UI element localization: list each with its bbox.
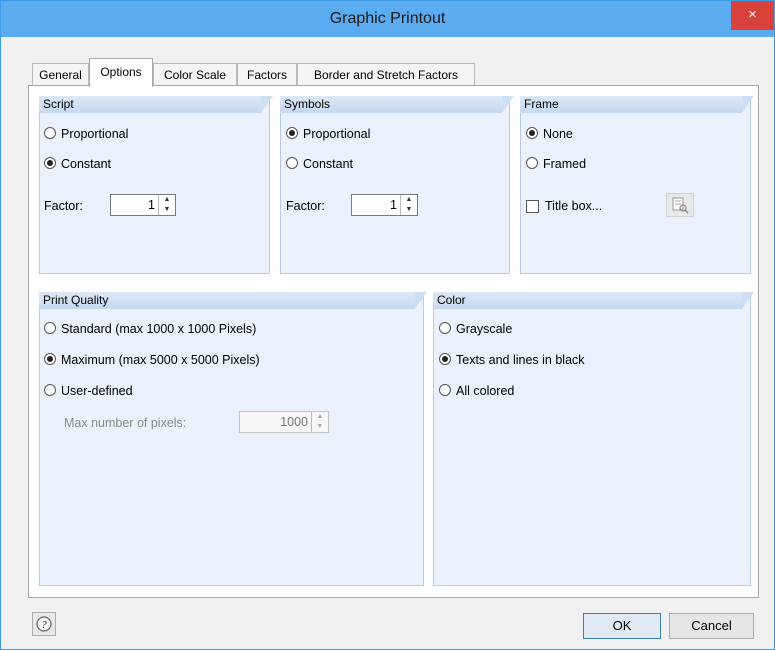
tab-options[interactable]: Options [89,58,153,87]
max-pixels-spinner[interactable]: 1000 ▲ ▼ [239,411,329,433]
option-label: Texts and lines in black [456,353,585,367]
print-quality-group-header: Print Quality [39,292,427,309]
radio-indicator[interactable] [526,127,538,139]
title-box-label: Title box... [545,199,603,213]
close-button[interactable]: × [731,1,774,30]
symbols-group-header: Symbols [280,96,514,113]
tab-color-scale[interactable]: Color Scale [153,63,237,85]
tab-general[interactable]: General [32,63,89,85]
spin-up-icon[interactable]: ▲ [401,195,417,205]
spin-up-icon[interactable]: ▲ [159,195,175,205]
tab-factors[interactable]: Factors [237,63,297,85]
spinner-value[interactable]: 1 [148,195,155,215]
option-label: None [543,127,573,141]
radio-indicator[interactable] [439,384,451,396]
script-factor-spinner[interactable]: 1 ▲ ▼ [110,194,176,216]
frame-group-header: Frame [520,96,754,113]
option-label: Constant [61,157,112,171]
spinner-value[interactable]: 1000 [280,412,308,432]
symbols-group: Symbols Proportional Constant Factor: 1 … [280,96,514,274]
spin-up-icon[interactable]: ▲ [312,412,328,422]
radio-indicator[interactable] [44,127,56,139]
spinner-value[interactable]: 1 [390,195,397,215]
title-bar[interactable]: Graphic Printout × [1,1,774,37]
option-label: Grayscale [456,322,513,336]
dialog-window: Graphic Printout × General Options Color… [0,0,775,650]
color-group: Color Grayscale Texts and lines in black… [433,292,754,586]
ok-button[interactable]: OK [583,613,661,639]
spin-down-icon[interactable]: ▼ [312,422,328,432]
option-label: Framed [543,157,587,171]
option-label: Standard (max 1000 x 1000 Pixels) [61,322,257,336]
radio-indicator[interactable] [44,322,56,334]
radio-indicator[interactable] [439,353,451,365]
script-group-header: Script [39,96,273,113]
edit-title-box-icon [672,197,689,214]
radio-indicator[interactable] [439,322,451,334]
edit-title-box-button[interactable] [666,193,694,217]
option-label: User-defined [61,384,133,398]
symbols-factor-spinner[interactable]: 1 ▲ ▼ [351,194,418,216]
cancel-button[interactable]: Cancel [669,613,754,639]
help-icon: ? [36,616,52,632]
tab-border-stretch-factors[interactable]: Border and Stretch Factors [297,63,475,85]
help-button[interactable]: ? [32,612,56,636]
radio-indicator[interactable] [44,157,56,169]
symbols-factor-label: Factor: [286,199,325,213]
option-label: Maximum (max 5000 x 5000 Pixels) [61,353,260,367]
frame-group: Frame None Framed Title box... [520,96,754,274]
print-quality-group: Print Quality Standard (max 1000 x 1000 … [39,292,427,586]
spin-down-icon[interactable]: ▼ [401,205,417,215]
option-label: All colored [456,384,515,398]
spinner-buttons[interactable]: ▲ ▼ [400,195,417,215]
spinner-buttons[interactable]: ▲ ▼ [311,412,328,432]
max-pixels-label: Max number of pixels: [64,416,187,430]
radio-indicator[interactable] [44,353,56,365]
color-group-header: Color [433,292,754,309]
radio-indicator[interactable] [286,127,298,139]
svg-text:?: ? [41,619,47,631]
option-label: Proportional [61,127,129,141]
option-label: Constant [303,157,354,171]
spin-down-icon[interactable]: ▼ [159,205,175,215]
title-box-checkbox[interactable] [526,200,539,213]
script-factor-label: Factor: [44,199,83,213]
window-title: Graphic Printout [329,10,446,27]
options-tab-panel: Script Proportional Constant Factor: 1 ▲… [28,85,759,598]
spinner-buttons[interactable]: ▲ ▼ [158,195,175,215]
script-group: Script Proportional Constant Factor: 1 ▲… [39,96,273,274]
radio-indicator[interactable] [286,157,298,169]
radio-indicator[interactable] [44,384,56,396]
option-label: Proportional [303,127,371,141]
radio-indicator[interactable] [526,157,538,169]
